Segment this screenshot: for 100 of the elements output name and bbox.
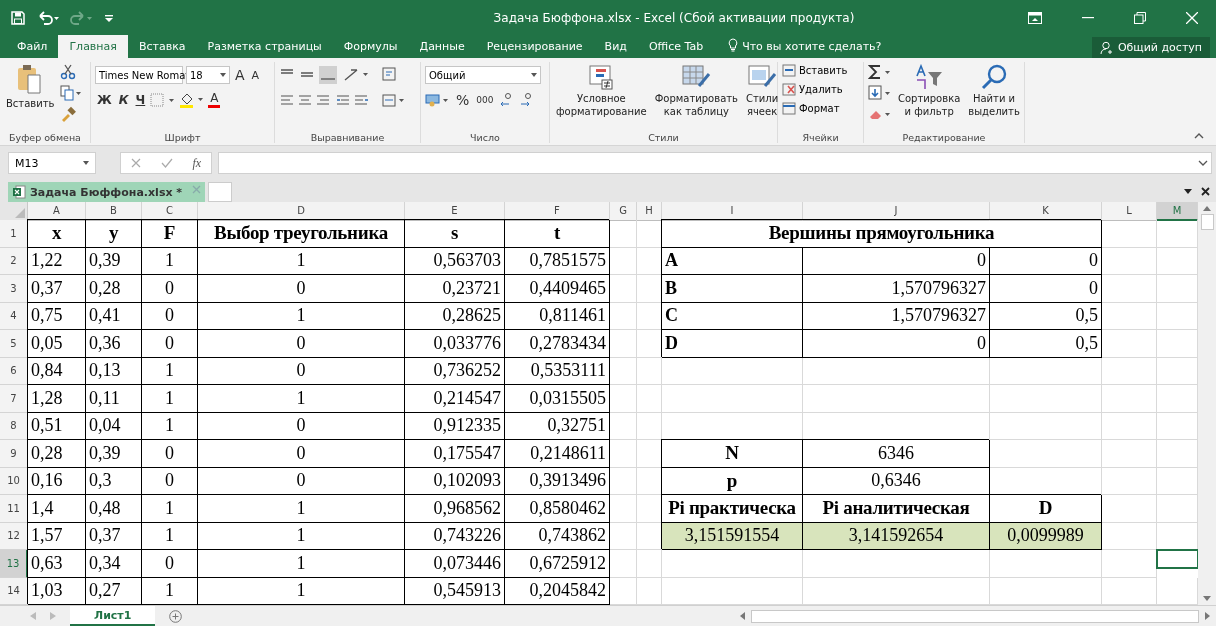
restore-icon[interactable] — [1134, 11, 1146, 24]
row-header[interactable]: 3 — [0, 275, 28, 303]
font-size-dropdown[interactable]: 18 — [186, 66, 230, 84]
column-header[interactable]: C — [142, 202, 198, 221]
close-icon[interactable] — [1201, 187, 1210, 196]
tab-list-icon[interactable] — [1184, 189, 1192, 195]
insert-function-button[interactable]: fx — [192, 155, 202, 171]
scroll-down-icon[interactable] — [1203, 596, 1211, 601]
thousands-button[interactable]: 000 — [474, 95, 496, 105]
undo-icon[interactable] — [36, 9, 60, 26]
minimize-icon[interactable] — [1082, 16, 1094, 19]
save-icon[interactable] — [10, 9, 26, 26]
sheet-tab[interactable]: Лист1 — [70, 606, 156, 626]
ribbon-tab[interactable]: Главная — [58, 35, 128, 58]
font-name-dropdown[interactable]: Times New Roma — [95, 66, 183, 84]
collapse-ribbon-icon[interactable] — [1194, 133, 1204, 139]
column-header[interactable]: K — [990, 202, 1102, 221]
column-header[interactable]: F — [505, 202, 610, 221]
scroll-up-icon[interactable] — [1203, 206, 1211, 211]
sum-icon[interactable] — [868, 64, 892, 80]
italic-button[interactable]: К — [116, 93, 131, 107]
ribbon-tab[interactable]: Вставка — [127, 35, 197, 58]
row-header[interactable]: 12 — [0, 522, 28, 550]
table-cell: 1 — [198, 577, 405, 605]
currency-icon[interactable] — [425, 93, 451, 107]
row-header[interactable]: 2 — [0, 247, 28, 275]
format-painter-icon[interactable] — [60, 106, 77, 122]
row-header[interactable]: 4 — [0, 302, 28, 330]
row-header[interactable]: 7 — [0, 385, 28, 413]
fill-color-icon[interactable] — [179, 92, 206, 108]
ribbon-tab[interactable]: Рецензирование — [475, 35, 594, 58]
document-tab[interactable]: Задача Бюффона.xlsx * — [8, 182, 206, 202]
table-cell: F — [142, 220, 198, 248]
table-cell: 1 — [142, 495, 198, 523]
formula-input[interactable] — [218, 152, 1212, 174]
percent-button[interactable]: % — [454, 92, 472, 108]
cell-styles-button[interactable]: Стили ячеек — [744, 62, 781, 120]
table-cell: 1,570796327 — [803, 275, 990, 303]
copy-icon[interactable] — [60, 85, 83, 101]
delete-cells-button[interactable]: Удалить — [782, 83, 843, 96]
font-color-button[interactable]: A — [208, 92, 221, 108]
fill-down-icon[interactable] — [868, 85, 892, 101]
column-header[interactable]: D — [198, 202, 405, 221]
table-cell: 0,175547 — [405, 440, 505, 468]
name-box[interactable]: M13 — [8, 152, 96, 174]
add-sheet-icon[interactable] — [169, 609, 183, 623]
scrollbar-thumb[interactable] — [1200, 214, 1214, 230]
table-cell: 0,37 — [28, 275, 86, 303]
ribbon-tab[interactable]: Файл — [6, 35, 59, 58]
underline-button[interactable]: Ч — [133, 93, 148, 107]
row-header[interactable]: 6 — [0, 357, 28, 385]
empty-cell — [610, 522, 637, 550]
empty-cell — [610, 467, 637, 495]
column-header[interactable]: I — [662, 202, 803, 221]
table-cell: 0,214547 — [405, 385, 505, 413]
share-button[interactable]: Общий доступ — [1091, 37, 1210, 58]
column-header[interactable]: H — [637, 202, 662, 221]
find-select-button[interactable]: Найти и выделить — [966, 62, 1022, 120]
ribbon-tab[interactable]: Разметка страницы — [196, 35, 333, 58]
format-cells-button[interactable]: Формат — [782, 102, 840, 115]
cut-icon[interactable] — [60, 64, 77, 80]
row-header[interactable]: 9 — [0, 440, 28, 468]
column-header[interactable]: M — [1157, 202, 1198, 221]
format-as-table-button[interactable]: Форматировать как таблицу — [652, 62, 740, 120]
tell-me-search[interactable]: Что вы хотите сделать? — [742, 40, 882, 53]
column-header[interactable]: J — [803, 202, 990, 221]
ribbon-display-icon[interactable] — [1028, 11, 1042, 24]
column-header[interactable]: E — [405, 202, 505, 221]
row-header[interactable]: 14 — [0, 577, 28, 605]
enter-icon[interactable] — [160, 158, 173, 168]
scroll-left-icon[interactable] — [740, 612, 745, 620]
group-label: Ячейки — [801, 132, 840, 143]
row-header[interactable]: 8 — [0, 412, 28, 440]
shrink-font-button[interactable]: A — [249, 68, 262, 82]
conditional-formatting-button[interactable]: Условное форматирование — [554, 62, 649, 120]
ribbon-tab[interactable]: Office Tab — [637, 35, 715, 58]
column-header[interactable]: B — [86, 202, 142, 221]
insert-cells-button[interactable]: Вставить — [782, 64, 848, 77]
paste-button[interactable]: Вставить — [4, 62, 57, 111]
ribbon-tab[interactable]: Вид — [593, 35, 638, 58]
column-header[interactable]: A — [28, 202, 86, 221]
redo-icon[interactable] — [70, 9, 94, 26]
column-header[interactable]: G — [610, 202, 637, 221]
expand-icon[interactable] — [1198, 160, 1208, 166]
row-header[interactable]: 11 — [0, 495, 28, 523]
ribbon-tab[interactable]: Формулы — [332, 35, 409, 58]
cancel-icon[interactable] — [130, 158, 141, 168]
number-format-dropdown[interactable]: Общий — [425, 66, 541, 84]
sort-filter-button[interactable]: Сортировка и фильтр — [896, 62, 963, 120]
row-header[interactable]: 13 — [0, 550, 28, 578]
grow-font-button[interactable]: A — [233, 67, 247, 83]
ribbon-tab[interactable]: Данные — [408, 35, 476, 58]
bold-button[interactable]: Ж — [95, 93, 114, 107]
scrollbar-thumb[interactable] — [751, 609, 1199, 623]
row-header[interactable]: 1 — [0, 220, 28, 248]
scroll-right-icon[interactable] — [1205, 612, 1210, 620]
row-header[interactable]: 10 — [0, 467, 28, 495]
table-cell: 0,0315505 — [505, 385, 610, 413]
row-header[interactable]: 5 — [0, 330, 28, 358]
column-header[interactable]: L — [1102, 202, 1157, 221]
